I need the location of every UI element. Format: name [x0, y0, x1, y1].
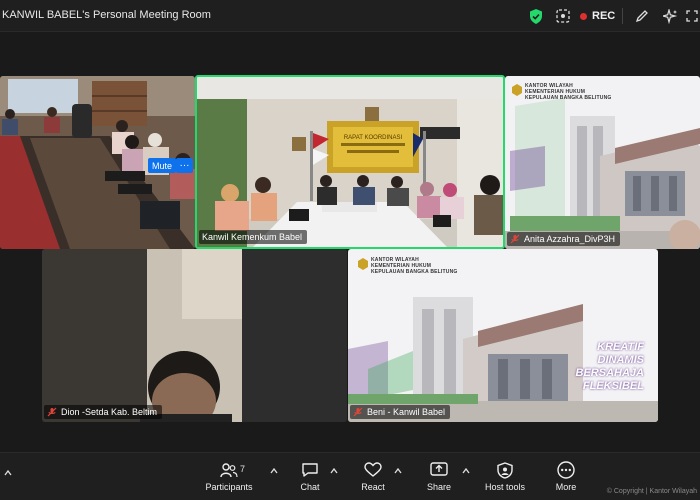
toolbar-divider: [622, 8, 623, 24]
org-name-line: KEPULAUAN BANGKA BELITUNG: [525, 95, 612, 101]
chat-label: Chat: [300, 482, 320, 492]
react-label: React: [361, 482, 385, 492]
participant-name: Dion -Setda Kab. Beltim: [61, 407, 158, 417]
tagline-line: KREATIF: [597, 341, 644, 353]
share-label: Share: [426, 482, 452, 492]
chat-bubble-icon: [301, 461, 319, 479]
more-dots-icon: [557, 461, 575, 479]
host-tools-label: Host tools: [484, 482, 526, 492]
chevron-up-icon[interactable]: [394, 467, 402, 475]
org-name-block: KANTOR WILAYAH KEMENTERIAN HUKUM KEPULAU…: [525, 83, 611, 101]
meeting-title: KANWIL BABEL's Personal Meeting Room: [2, 9, 211, 21]
chevron-up-icon[interactable]: [462, 467, 470, 475]
participant-name: Kanwil Kemenkum Babel: [202, 232, 303, 242]
recording-indicator[interactable]: REC: [580, 8, 615, 24]
video-gallery: Mute ··· RAPAT KOORDINASI Kanwil Kemenku…: [0, 32, 700, 452]
video-tile-beni-kanwil[interactable]: KANTOR WILAYAH KEMENTERIAN HUKUM KEPULAU…: [348, 249, 658, 422]
tagline-line: BERSAHAJA: [575, 367, 644, 379]
office-poster-video: [505, 76, 700, 249]
host-shield-icon: [497, 461, 513, 479]
recording-dot-icon: [580, 12, 587, 20]
share-screen-icon: [430, 461, 448, 479]
security-shield-icon[interactable]: [526, 6, 546, 26]
heart-icon: [364, 461, 382, 479]
participants-label: Participants: [205, 482, 253, 492]
mic-muted-icon: [47, 407, 57, 417]
more-label: More: [555, 482, 577, 492]
participant-name-tag: Anita Azzahra_DivP3H: [507, 232, 621, 246]
video-tile-kanwil-kemenkum-babel[interactable]: RAPAT KOORDINASI Kanwil Kemenkum Babel: [195, 75, 505, 249]
chat-button[interactable]: Chat: [295, 461, 325, 497]
share-screen-button[interactable]: Share: [424, 461, 454, 497]
participant-name: Anita Azzahra_DivP3H: [524, 234, 616, 244]
participants-icon: [220, 461, 238, 479]
participant-name-tag: Kanwil Kemenkum Babel: [199, 230, 308, 244]
video-tile-anita-azzahra[interactable]: KANTOR WILAYAH KEMENTERIAN HUKUM KEPULAU…: [505, 76, 700, 249]
meeting-controls-toolbar: Participants 7 Chat React Share Host too…: [0, 452, 700, 500]
tagline-line: DINAMIS: [597, 354, 644, 366]
ai-companion-sparkle-icon[interactable]: [660, 6, 680, 26]
more-button[interactable]: More: [552, 461, 580, 497]
mic-muted-icon: [353, 407, 363, 417]
copyright-text: © Copyright | Kantor Wilayah: [606, 488, 697, 495]
tagline-line: FLEKSIBEL: [582, 380, 644, 392]
mic-muted-icon: [510, 234, 520, 244]
conference-room-video: RAPAT KOORDINASI: [197, 77, 503, 247]
annotate-pencil-icon[interactable]: [632, 6, 652, 26]
participants-button[interactable]: Participants: [204, 461, 254, 497]
video-tile-meeting-room[interactable]: Mute ···: [0, 76, 195, 249]
fullscreen-icon[interactable]: [683, 6, 700, 26]
participant-name-tag: Dion -Setda Kab. Beltim: [44, 405, 163, 419]
participant-name-tag: Beni - Kanwil Babel: [350, 405, 451, 419]
chevron-up-icon[interactable]: [330, 467, 338, 475]
video-tile-dion-setda[interactable]: Dion -Setda Kab. Beltim: [42, 249, 347, 422]
react-button[interactable]: React: [358, 461, 388, 497]
live-transcript-icon[interactable]: [553, 6, 573, 26]
recording-label: REC: [592, 10, 616, 22]
org-name-block: KANTOR WILAYAH KEMENTERIAN HUKUM KEPULAU…: [371, 257, 457, 275]
org-name-line: KEPULAUAN BANGKA BELITUNG: [371, 269, 458, 275]
participant-name: Beni - Kanwil Babel: [367, 407, 446, 417]
chevron-up-icon[interactable]: [4, 469, 12, 477]
webcam-video: [42, 249, 347, 422]
participants-count: 7: [240, 464, 246, 474]
chevron-up-icon[interactable]: [270, 467, 278, 475]
wall-banner-text: RAPAT KOORDINASI: [344, 135, 403, 141]
tile-more-options-button[interactable]: ···: [176, 158, 193, 173]
title-bar: KANWIL BABEL's Personal Meeting Room REC: [0, 0, 700, 32]
mute-participant-button[interactable]: Mute: [148, 158, 177, 173]
host-tools-button[interactable]: Host tools: [482, 461, 528, 497]
tagline-block: KREATIF DINAMIS BERSAHAJA FLEKSIBEL: [576, 341, 644, 393]
